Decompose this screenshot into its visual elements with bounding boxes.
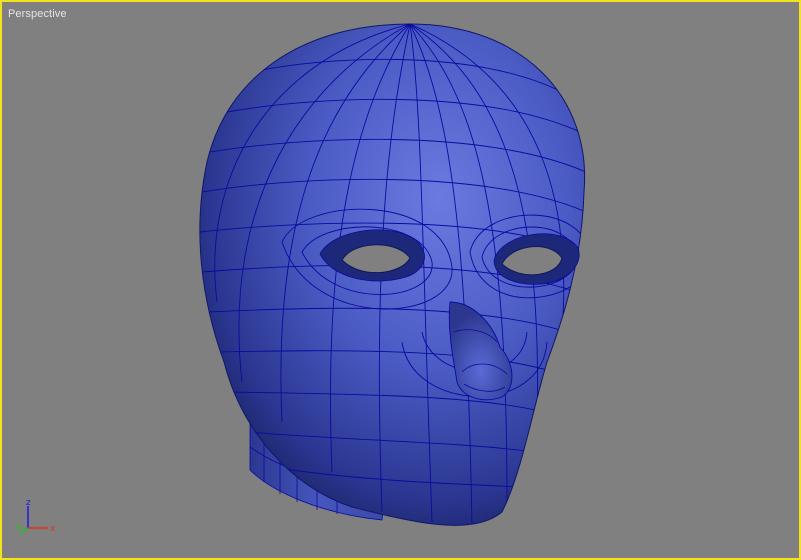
axis-tripod: z x y — [16, 498, 56, 535]
z-axis-label: z — [26, 498, 31, 508]
y-axis-label: y — [16, 522, 22, 532]
viewport-scene[interactable] — [2, 2, 799, 558]
x-axis-label: x — [50, 524, 56, 534]
perspective-viewport[interactable]: Perspective z x y — [0, 0, 801, 560]
